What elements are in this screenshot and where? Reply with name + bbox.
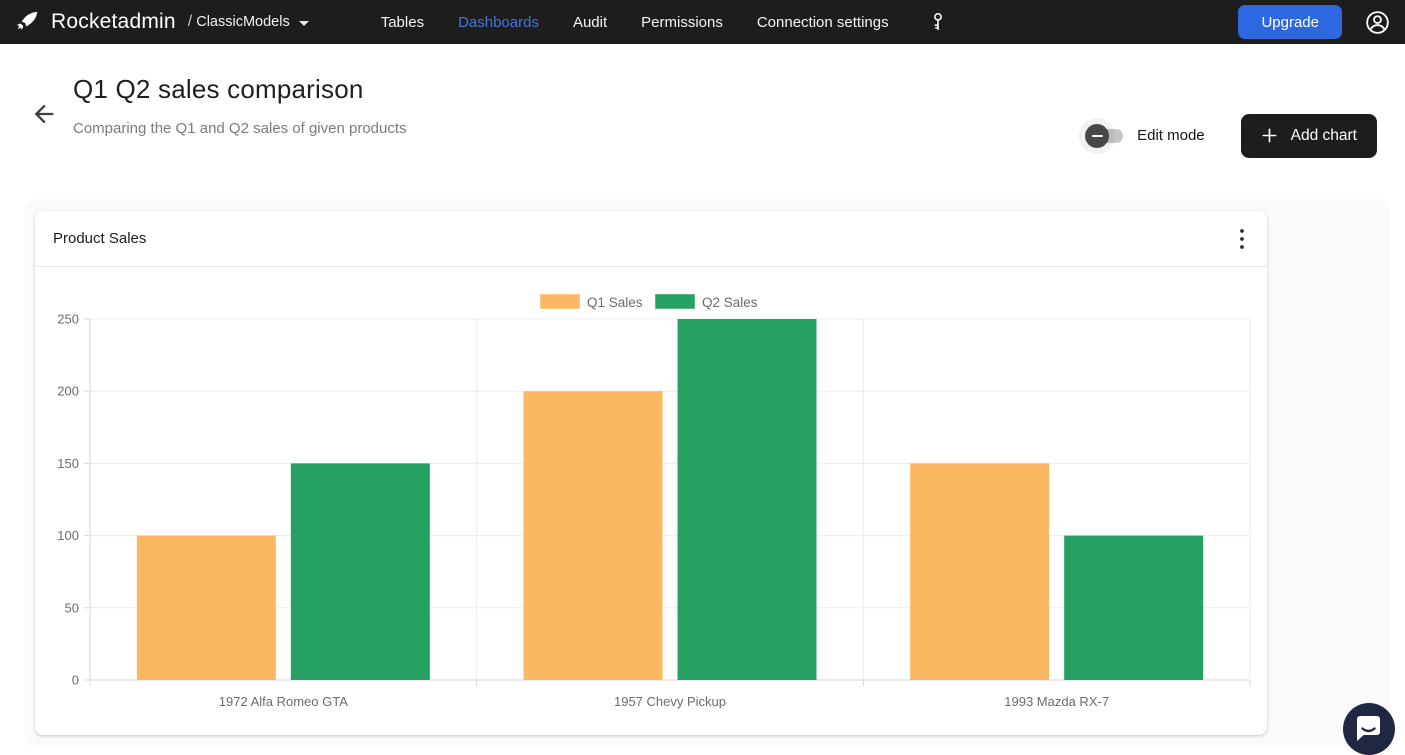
- bar-q2-sales-2[interactable]: [1064, 536, 1203, 680]
- header-actions: Edit mode Add chart: [1089, 88, 1377, 183]
- brand-group[interactable]: Rocketadmin: [14, 9, 176, 35]
- page-title: Q1 Q2 sales comparison: [73, 74, 407, 105]
- chat-bubble-icon: [1343, 703, 1395, 755]
- account-button[interactable]: [1364, 9, 1391, 36]
- page-subtitle: Comparing the Q1 and Q2 sales of given p…: [73, 120, 407, 137]
- chart-tick-label: 150: [57, 456, 79, 471]
- top-navbar: Rocketadmin / ClassicModels Tables Dashbo…: [0, 0, 1405, 44]
- edit-mode-label: Edit mode: [1137, 127, 1205, 144]
- navbar-right: Upgrade: [1238, 5, 1391, 39]
- bar-q1-sales-0[interactable]: [137, 536, 276, 680]
- chart-tick-label: 200: [57, 384, 79, 399]
- page-header: Q1 Q2 sales comparison Comparing the Q1 …: [0, 44, 1405, 183]
- key-icon: [927, 11, 949, 33]
- add-chart-button[interactable]: Add chart: [1241, 114, 1377, 158]
- toggle-track[interactable]: [1089, 129, 1123, 143]
- brand-name: Rocketadmin: [51, 10, 176, 34]
- kebab-menu-icon: [1239, 228, 1245, 250]
- add-chart-label: Add chart: [1291, 127, 1357, 145]
- chart-tick-label: 100: [57, 528, 79, 543]
- toggle-thumb[interactable]: [1085, 124, 1109, 148]
- back-button[interactable]: [30, 100, 58, 128]
- header-titles: Q1 Q2 sales comparison Comparing the Q1 …: [73, 74, 407, 183]
- chart-card: Product Sales 0 50 100 150 200 250 1972 Alfa R…: [35, 211, 1267, 735]
- chevron-down-icon: [299, 21, 309, 26]
- dashboard-container: Product Sales 0 50 100 150 200 250 1972 Alfa R…: [25, 199, 1390, 747]
- card-header: Product Sales: [35, 211, 1267, 267]
- primary-nav: Tables Dashboards Audit Permissions Connecti…: [381, 14, 889, 31]
- card-menu-button[interactable]: [1235, 224, 1249, 254]
- database-name: ClassicModels: [196, 14, 289, 30]
- bar-q1-sales-1[interactable]: [524, 391, 663, 680]
- account-circle-icon: [1364, 9, 1391, 36]
- api-key-button[interactable]: [927, 11, 949, 33]
- chart-tick-label: 1993 Mazda RX-7: [1004, 694, 1109, 709]
- legend-swatch-q1-sales[interactable]: [540, 294, 580, 309]
- legend-swatch-q2-sales[interactable]: [655, 294, 695, 309]
- chart-tick-label: 0: [72, 673, 79, 688]
- plus-icon: [1261, 127, 1278, 144]
- chat-launcher-button[interactable]: [1343, 703, 1395, 755]
- minus-icon: [1092, 135, 1103, 137]
- arrow-back-icon: [30, 100, 58, 128]
- rocketadmin-logo-icon: [14, 9, 40, 35]
- breadcrumb-separator: /: [188, 13, 192, 31]
- nav-item-tables[interactable]: Tables: [381, 14, 424, 31]
- card-title: Product Sales: [53, 230, 146, 247]
- bar-q2-sales-0[interactable]: [291, 463, 430, 680]
- nav-item-audit[interactable]: Audit: [573, 14, 607, 31]
- chart-canvas[interactable]: 0 50 100 150 200 250 1972 Alfa Romeo GTA 1957 C…: [35, 267, 1267, 734]
- chart-tick-label: 50: [65, 600, 79, 615]
- legend-label-q1-sales[interactable]: Q1 Sales: [587, 295, 643, 310]
- nav-item-dashboards[interactable]: Dashboards: [458, 14, 539, 31]
- legend-label-q2-sales[interactable]: Q2 Sales: [702, 295, 758, 310]
- nav-item-connection-settings[interactable]: Connection settings: [757, 14, 889, 31]
- bar-q2-sales-1[interactable]: [678, 319, 817, 680]
- database-selector[interactable]: ClassicModels: [196, 14, 308, 30]
- chart-tick-label: 1957 Chevy Pickup: [614, 694, 726, 709]
- bar-chart[interactable]: 0 50 100 150 200 250 1972 Alfa Romeo GTA 1957 C…: [35, 267, 1267, 734]
- bar-q1-sales-2[interactable]: [910, 463, 1049, 680]
- chart-tick-label: 1972 Alfa Romeo GTA: [219, 694, 348, 709]
- edit-mode-toggle[interactable]: Edit mode: [1089, 127, 1205, 144]
- chart-tick-label: 250: [57, 312, 79, 327]
- upgrade-button[interactable]: Upgrade: [1238, 5, 1342, 39]
- nav-item-permissions[interactable]: Permissions: [641, 14, 723, 31]
